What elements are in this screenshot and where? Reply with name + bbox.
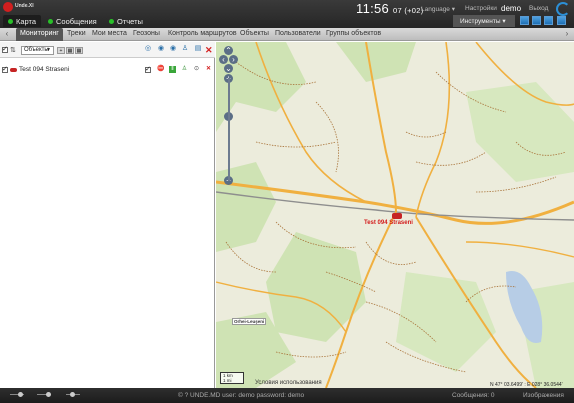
nav-reports[interactable]: Отчеты <box>104 15 148 27</box>
language-menu[interactable]: Language ▾ <box>421 5 455 13</box>
slider-1-icon[interactable] <box>10 392 24 398</box>
images-link[interactable]: Изображения <box>523 392 564 399</box>
clock-seconds: 07 (+02) <box>393 6 424 15</box>
nav-map[interactable]: Карта <box>3 15 42 27</box>
nav-messages[interactable]: Сообщения <box>43 15 102 27</box>
logo-text: Unde.XI <box>15 3 34 9</box>
add-unit-button[interactable]: + <box>57 47 65 54</box>
tab-object-groups[interactable]: Группы объектов <box>326 28 381 41</box>
chevron-down-icon: ▼ <box>46 47 51 53</box>
unit-marker[interactable] <box>392 213 402 219</box>
layout-grid-icon[interactable] <box>544 16 553 25</box>
tab-users[interactable]: Пользователи <box>275 28 321 41</box>
map-terms-link[interactable]: Условия использования <box>255 380 322 386</box>
pan-down-icon[interactable]: ⌄ <box>224 64 233 73</box>
connection-state-icon[interactable]: ◎ <box>144 45 152 53</box>
list-type-select[interactable]: Объекты ▼ <box>21 46 54 55</box>
zoom-track[interactable] <box>228 78 230 181</box>
nav-reports-label: Отчеты <box>117 16 143 26</box>
close-icon[interactable]: ✕ <box>205 45 213 56</box>
commands-icon[interactable]: ▤ <box>194 45 202 53</box>
unit-checkbox[interactable] <box>2 65 8 73</box>
tab-objects[interactable]: Объекты <box>240 28 269 41</box>
slider-2-icon[interactable] <box>37 392 51 398</box>
pan-right-icon[interactable]: › <box>229 55 238 64</box>
locate-icon[interactable]: ◉ <box>157 45 165 53</box>
unit-visible-checkbox[interactable] <box>145 65 151 73</box>
copyright-text: © ? UNDE.MD user: demo password: demo <box>178 392 305 399</box>
app-logo[interactable]: Unde.XI <box>3 2 43 13</box>
send-command-icon[interactable]: ⊙ <box>193 66 200 73</box>
car-icon <box>10 68 17 72</box>
parked-icon: ‖ <box>169 66 176 73</box>
tab-routes[interactable]: Контроль маршрутов <box>168 28 237 41</box>
remove-unit-icon[interactable]: ✕ <box>205 66 212 73</box>
group-button[interactable]: ▦ <box>66 47 74 54</box>
server-clock: 11:56 07 (+02) <box>356 1 424 16</box>
unit-name[interactable]: Test 094 Straseni <box>19 66 69 73</box>
nav-map-label: Карта <box>16 16 37 26</box>
unit-list-row[interactable]: Test 094 Straseni ⛔ ‖ ♙ ⊙ ✕ <box>0 64 215 75</box>
tab-bar: ‹ Мониторинг Треки Мои места Геозоны Кон… <box>0 28 574 41</box>
user-name[interactable]: demo <box>501 4 521 13</box>
layout-full-icon[interactable] <box>557 16 566 25</box>
map-scale: 1 km 1 mi <box>220 372 244 384</box>
refresh-icon[interactable] <box>556 2 570 16</box>
logo-icon <box>3 2 13 12</box>
map-view[interactable]: ⌃ ‹ › ⌄ + − Test 094 Straseni Orhei-Leuş… <box>216 42 574 388</box>
layout-split-icon[interactable] <box>532 16 541 25</box>
tools-menu-button[interactable]: Инструменты ▾ <box>453 15 515 27</box>
tab-places[interactable]: Мои места <box>92 28 127 41</box>
slider-3-icon[interactable] <box>66 392 80 398</box>
pan-left-icon[interactable]: ‹ <box>219 55 228 64</box>
tab-tracks[interactable]: Треки <box>67 28 86 41</box>
scale-mi: 1 mi <box>223 378 232 383</box>
map-canvas[interactable] <box>216 42 574 388</box>
layout-single-icon[interactable] <box>520 16 529 25</box>
status-bar: © ? UNDE.MD user: demo password: demo Со… <box>0 388 574 403</box>
logout-link[interactable]: Выход <box>529 5 548 12</box>
no-connection-icon: ⛔ <box>157 66 165 72</box>
unit-map-label[interactable]: Test 094 Straseni <box>364 220 413 226</box>
monitoring-panel: ⇅ Объекты ▼ + ▦ ▦ ◎ ◉ ◉ ♙ ▤ ✕ Test 094 S… <box>0 42 215 388</box>
sort-icon[interactable]: ⇅ <box>10 46 16 54</box>
clock-time: 11:56 <box>356 1 390 16</box>
panel-toolbar: ⇅ Объекты ▼ + ▦ ▦ ◎ ◉ ◉ ♙ ▤ ✕ <box>0 42 215 58</box>
status-dot-icon <box>8 18 13 24</box>
messages-counter[interactable]: Сообщения: 0 <box>452 392 495 399</box>
sensor-icon[interactable]: ♙ <box>181 45 189 53</box>
status-dot-icon <box>48 18 53 24</box>
pan-up-icon[interactable]: ⌃ <box>224 46 233 55</box>
tab-scroll-left-icon[interactable]: ‹ <box>2 29 12 40</box>
tab-monitoring[interactable]: Мониторинг <box>16 28 63 41</box>
filter-button[interactable]: ▦ <box>75 47 83 54</box>
list-type-value: Объекты <box>24 47 49 53</box>
nav-messages-label: Сообщения <box>56 16 97 26</box>
status-dot-icon <box>109 18 114 24</box>
sensor-state-icon: ♙ <box>181 66 188 72</box>
settings-link[interactable]: Настройки <box>465 5 497 12</box>
motion-state-icon[interactable]: ◉ <box>169 45 177 53</box>
town-label: Orhei-Leuşeni <box>232 318 267 325</box>
top-bar: Unde.XI Карта Сообщения Отчеты 11:56 07 … <box>0 0 574 28</box>
select-all-checkbox[interactable] <box>2 45 8 53</box>
tab-geofences[interactable]: Геозоны <box>133 28 160 41</box>
tab-scroll-right-icon[interactable]: › <box>562 29 572 40</box>
